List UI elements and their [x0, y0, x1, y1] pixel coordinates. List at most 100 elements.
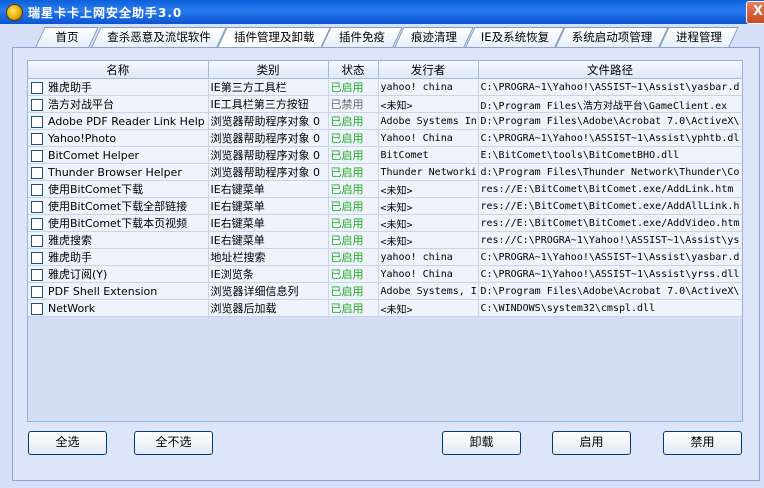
- tab-bar: 首页 查杀恶意及流氓软件 插件管理及卸载 插件免疫 痕迹清理 IE及系统恢复 系…: [10, 27, 764, 48]
- row-checkbox[interactable]: [31, 269, 43, 281]
- table-row[interactable]: 使用BitComet下载 IE右键菜单 已启用 <未知> res://E:\BitCom…: [28, 180, 742, 198]
- column-header-path[interactable]: 文件路径: [478, 61, 742, 79]
- table-row[interactable]: Thunder Browser Helper 浏览器帮助程序对象 0 已启用 Thun…: [28, 163, 742, 181]
- name-text: BitComet Helper: [48, 148, 139, 162]
- name-text: 雅虎助手: [48, 81, 92, 94]
- plugin-status-cell: 已启用: [328, 112, 379, 130]
- row-checkbox[interactable]: [31, 149, 43, 162]
- plugin-name-cell: Yahoo!Photo: [28, 129, 209, 147]
- plugin-path-cell: d:\Program Files\Thunder Network\Thunder…: [478, 163, 742, 181]
- publisher-text: Adobe Systems In: [380, 115, 477, 127]
- row-checkbox[interactable]: [31, 99, 43, 111]
- select-all-button[interactable]: 全选: [28, 431, 107, 455]
- path-text: C:\PROGRA~1\Yahoo!\ASSIST~1\Assist\yphtb…: [480, 132, 740, 144]
- tab-process-management[interactable]: 进程管理: [659, 27, 739, 47]
- row-checkbox[interactable]: [31, 115, 43, 128]
- plugin-name-cell: Adobe PDF Reader Link Help: [28, 112, 209, 130]
- plugin-status-cell: 已启用: [328, 231, 379, 249]
- path-text: res://E:\BitComet\BitComet.exe/AddAllLin…: [480, 200, 740, 212]
- path-text: res://E:\BitComet\BitComet.exe/AddLink.h…: [480, 183, 734, 195]
- status-text: 已启用: [330, 234, 364, 247]
- column-header-status[interactable]: 状态: [328, 61, 379, 79]
- publisher-text: Yahoo! China: [380, 132, 453, 144]
- status-text: 已启用: [330, 166, 364, 179]
- plugin-status-cell: 已启用: [328, 163, 379, 181]
- table-row[interactable]: BitComet Helper 浏览器帮助程序对象 0 已启用 BitComet E:\…: [28, 146, 742, 164]
- tab-trace-cleanup[interactable]: 痕迹清理: [394, 27, 474, 47]
- plugin-category-cell: IE右键菜单: [208, 180, 329, 198]
- table-row[interactable]: 浩方对战平台 IE工具栏第三方按钮 已禁用 <未知> D:\Program Files\…: [28, 95, 742, 113]
- row-checkbox[interactable]: [31, 184, 43, 196]
- table-row[interactable]: 使用BitComet下载全部链接 IE右键菜单 已启用 <未知> res://E:\Bi…: [28, 197, 742, 215]
- publisher-text: Yahoo! China: [380, 268, 453, 280]
- plugin-status-cell: 已启用: [328, 78, 379, 96]
- select-none-button[interactable]: 全不选: [134, 431, 213, 455]
- close-button[interactable]: X: [746, 1, 764, 24]
- category-text: IE右键菜单: [210, 217, 265, 230]
- row-checkbox[interactable]: [31, 302, 43, 315]
- name-text: 使用BitComet下载全部链接: [48, 200, 188, 213]
- column-header-category[interactable]: 类别: [208, 61, 329, 79]
- row-checkbox[interactable]: [31, 285, 43, 298]
- column-header-publisher[interactable]: 发行者: [378, 61, 479, 79]
- row-checkbox[interactable]: [31, 201, 43, 213]
- row-checkbox[interactable]: [31, 218, 43, 230]
- table-row[interactable]: 雅虎助手 IE第三方工具栏 已启用 yahoo! china C:\PROGRA~1\Y…: [28, 78, 742, 96]
- row-checkbox[interactable]: [31, 132, 43, 145]
- tab-ie-restore[interactable]: IE及系统恢复: [465, 27, 565, 47]
- tab-plugin-immunity[interactable]: 插件免疫: [321, 27, 403, 47]
- status-text: 已启用: [330, 183, 364, 196]
- plugin-publisher-cell: Yahoo! China: [378, 129, 479, 147]
- tab-startup-items[interactable]: 系统启动项管理: [555, 27, 669, 47]
- name-text: 使用BitComet下载本页视频: [48, 217, 188, 230]
- plugin-publisher-cell: yahoo! china: [378, 78, 479, 96]
- window-title: 瑞星卡卡上网安全助手3.0: [28, 6, 183, 20]
- table-row[interactable]: PDF Shell Extension 浏览器详细信息列 已启用 Adobe Syst…: [28, 282, 742, 300]
- table-row[interactable]: Adobe PDF Reader Link Help 浏览器帮助程序对象 0 已启用…: [28, 112, 742, 130]
- plugin-path-cell: C:\PROGRA~1\Yahoo!\ASSIST~1\Assist\yphtb…: [478, 129, 742, 147]
- path-text: C:\WINDOWS\system32\cmspl.dll: [480, 302, 656, 314]
- plugin-category-cell: 浏览器帮助程序对象 0: [208, 163, 329, 181]
- tab-malware-scan[interactable]: 查杀恶意及流氓软件: [91, 27, 227, 47]
- row-checkbox[interactable]: [31, 252, 43, 264]
- plugin-category-cell: IE浏览条: [208, 265, 329, 283]
- enable-button[interactable]: 启用: [552, 431, 631, 455]
- table-row[interactable]: 雅虎订阅(Y) IE浏览条 已启用 Yahoo! China C:\PROGRA~1\Y…: [28, 265, 742, 283]
- status-text: 已启用: [330, 81, 364, 94]
- category-text: IE第三方工具栏: [210, 81, 287, 94]
- status-text: 已启用: [330, 149, 364, 162]
- path-text: res://C:\PROGRA~1\Yahoo!\ASSIST~1\Assist…: [480, 234, 740, 246]
- plugin-category-cell: IE工具栏第三方按钮: [208, 95, 329, 113]
- uninstall-button[interactable]: 卸载: [442, 431, 521, 455]
- row-checkbox[interactable]: [31, 235, 43, 247]
- empty-row: [28, 350, 742, 368]
- plugin-publisher-cell: <未知>: [378, 180, 479, 198]
- category-text: 浏览器帮助程序对象 0: [210, 149, 321, 162]
- table-row[interactable]: 使用BitComet下载本页视频 IE右键菜单 已启用 <未知> res://E:\Bi…: [28, 214, 742, 232]
- tab-plugin-management[interactable]: 插件管理及卸载: [217, 27, 331, 48]
- publisher-text: Thunder Networki: [380, 166, 477, 178]
- table-row[interactable]: Yahoo!Photo 浏览器帮助程序对象 0 已启用 Yahoo! China C:\…: [28, 129, 742, 147]
- plugin-path-cell: D:\Program Files\浩方对战平台\GameClient.ex: [478, 95, 742, 113]
- row-checkbox[interactable]: [31, 82, 43, 94]
- category-text: 浏览器详细信息列: [210, 285, 299, 298]
- publisher-text: <未知>: [380, 202, 413, 214]
- plugin-category-cell: 浏览器帮助程序对象 0: [208, 112, 329, 130]
- name-text: NetWork: [48, 301, 96, 315]
- table-row[interactable]: NetWork 浏览器后加载 已启用 <未知> C:\WINDOWS\system32\…: [28, 299, 742, 317]
- plugin-status-cell: 已启用: [328, 180, 379, 198]
- plugin-path-cell: res://E:\BitComet\BitComet.exe/AddAllLin…: [478, 197, 742, 215]
- name-text: Yahoo!Photo: [48, 131, 117, 145]
- plugin-category-cell: 浏览器帮助程序对象 0: [208, 129, 329, 147]
- disable-button[interactable]: 禁用: [663, 431, 742, 455]
- plugin-status-cell: 已启用: [328, 248, 379, 266]
- table-row[interactable]: 雅虎搜索 IE右键菜单 已启用 <未知> res://C:\PROGRA~1\Yahoo…: [28, 231, 742, 249]
- category-text: 浏览器帮助程序对象 0: [210, 115, 321, 128]
- tab-home[interactable]: 首页: [35, 27, 99, 47]
- row-checkbox[interactable]: [31, 166, 43, 179]
- column-header-name[interactable]: 名称: [28, 61, 209, 79]
- path-text: D:\Program Files\浩方对战平台\GameClient.ex: [480, 100, 728, 112]
- table-row[interactable]: 雅虎助手 地址栏搜索 已启用 yahoo! china C:\PROGRA~1\Yaho…: [28, 248, 742, 266]
- plugin-path-cell: res://C:\PROGRA~1\Yahoo!\ASSIST~1\Assist…: [478, 231, 742, 249]
- plugin-name-cell: Thunder Browser Helper: [28, 163, 209, 181]
